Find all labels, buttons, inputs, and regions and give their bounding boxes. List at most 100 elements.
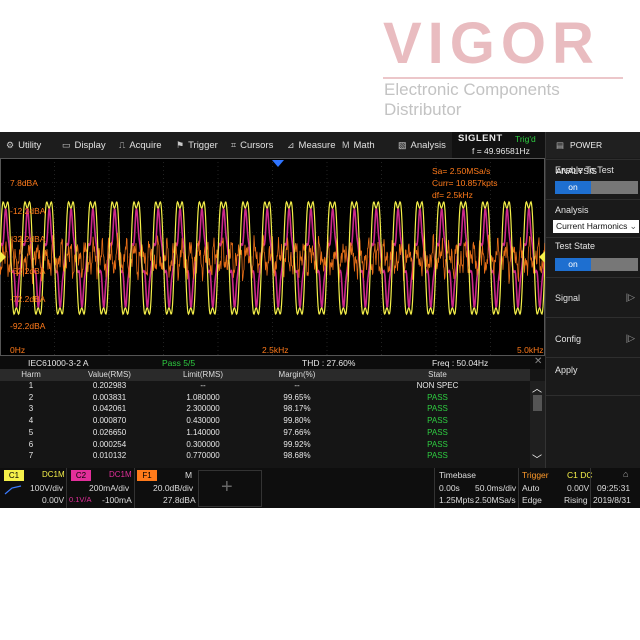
- test-state-label: Test State: [555, 241, 596, 251]
- trigger-type: Edge: [522, 495, 542, 505]
- menu-utility[interactable]: ⚙ Utility: [6, 132, 41, 158]
- cell-harm: 5: [28, 427, 34, 437]
- close-icon[interactable]: ✕: [534, 356, 542, 367]
- panel-header: ▤ POWER ANALYSIS: [546, 132, 640, 176]
- enable-to-test-label: Enable To Test: [555, 165, 614, 175]
- timebase-label: Timebase: [439, 470, 477, 480]
- menu-acquire[interactable]: ⎍ Acquire: [119, 132, 162, 158]
- apply-button[interactable]: Apply: [546, 357, 640, 396]
- standard-label: IEC61000-3-2 A: [28, 358, 89, 368]
- table-row[interactable]: 4 0.000870 0.430000 99.80% PASS: [0, 416, 530, 428]
- channel-2-info[interactable]: C2 DC1M 200mA/div 0.1V/A -100mA: [66, 468, 135, 508]
- trigger-label: Trigger: [522, 470, 549, 480]
- scrollbar-thumb[interactable]: [533, 395, 542, 411]
- gear-icon: ⚙: [6, 140, 15, 150]
- f1-offset: 27.8dBA: [163, 495, 196, 505]
- apply-label: Apply: [555, 365, 578, 375]
- plus-icon: +: [221, 476, 233, 498]
- panel-menu-icon: ▤: [556, 140, 565, 150]
- channel-2-scale: 200mA/div: [89, 483, 130, 493]
- f1-scale: 20.0dB/div: [153, 483, 194, 493]
- table-row[interactable]: 1 0.202983 -- -- NON SPEC: [0, 381, 530, 393]
- fft-level-label-3: -52.2dBA: [10, 266, 46, 276]
- trigger-status: Trig'd: [515, 134, 536, 144]
- channel-2-badge: C2: [71, 470, 91, 481]
- trigger-source: C1 DC: [567, 470, 593, 480]
- menu-analysis[interactable]: ▧ Analysis: [398, 132, 446, 158]
- logo-underline: [383, 77, 623, 79]
- test-state-toggle[interactable]: on: [555, 258, 638, 271]
- cell-value: 0.000254: [92, 439, 127, 449]
- channel-1-info[interactable]: C1 DC1M 100V/div 0.00V: [0, 468, 66, 508]
- table-header: Harm Value(RMS) Limit(RMS) Margin(%) Sta…: [0, 369, 530, 381]
- frequency-readout: f = 49.96581Hz: [472, 146, 530, 156]
- vigor-logo: VIGOR: [383, 11, 600, 76]
- table-row[interactable]: 2 0.003831 1.080000 99.65% PASS: [0, 393, 530, 405]
- cell-value: 0.003831: [92, 392, 127, 402]
- cell-harm: 4: [28, 416, 34, 426]
- channel-2-probe: 0.1V/A: [69, 495, 92, 504]
- panel-spacer: [546, 395, 640, 469]
- toggle-on-state: on: [555, 258, 591, 271]
- oscilloscope-screen: ⚙ Utility ▭ Display ⎍ Acquire ⚑ Trigger ⌗ Cur…: [0, 132, 640, 508]
- cell-value: 0.026650: [92, 427, 127, 437]
- math-f1-info[interactable]: F1 M 20.0dB/div 27.8dBA: [134, 468, 197, 508]
- column-harm: Harm: [21, 370, 41, 379]
- menu-math[interactable]: M Math: [342, 132, 375, 158]
- table-row[interactable]: 3 0.042061 2.300000 98.17% PASS: [0, 404, 530, 416]
- menu-measure[interactable]: ⊿ Measure: [287, 132, 336, 158]
- memory-depth: 1.25Mpts: [439, 495, 474, 505]
- column-value: Value(RMS): [88, 370, 131, 379]
- cell-value: 0.202983: [92, 381, 127, 390]
- measure-icon: ⊿: [287, 140, 295, 150]
- cell-value: 0.000870: [92, 416, 127, 426]
- cell-limit: 0.300000: [186, 439, 220, 449]
- monitor-icon: ▭: [62, 140, 71, 150]
- cell-state: PASS: [427, 404, 448, 414]
- pass-summary: Pass 5/5: [162, 358, 196, 368]
- trigger-info[interactable]: Trigger C1 DC Auto 0.00V Edge Rising: [518, 468, 593, 508]
- clock-info: ⌂ 09:25:31 2019/8/31: [590, 468, 640, 508]
- analysis-icon: ▧: [398, 140, 407, 150]
- fft-resolution-readout: df= 2.5kHz: [432, 190, 473, 200]
- scroll-up-icon[interactable]: ︿: [532, 380, 542, 395]
- f1-badge: F1: [137, 470, 157, 481]
- waveform-display[interactable]: Sa= 2.50MSa/s Curr= 10.857kpts df= 2.5kH…: [0, 158, 545, 356]
- timebase-delay: 0.00s: [439, 483, 460, 493]
- analysis-select[interactable]: Current Harmonics ⌄: [553, 220, 639, 233]
- channel-1-scale: 100V/div: [30, 483, 64, 493]
- table-row[interactable]: 5 0.026650 1.140000 97.66% PASS: [0, 428, 530, 440]
- timebase-info[interactable]: Timebase 0.00s 50.0ms/div 1.25Mpts 2.50M…: [434, 468, 519, 508]
- table-scrollbar[interactable]: ︿ ﹀: [530, 381, 545, 468]
- fft-level-label-5: -92.2dBA: [10, 321, 46, 331]
- menu-display[interactable]: ▭ Display: [62, 132, 106, 158]
- line-frequency-readout: Freq : 50.04Hz: [432, 358, 489, 368]
- analysis-section: Analysis Current Harmonics ⌄: [546, 199, 640, 238]
- scroll-down-icon[interactable]: ﹀: [532, 451, 542, 466]
- chevron-right-icon: |▷: [625, 292, 635, 302]
- config-menu-item[interactable]: Config |▷: [546, 317, 640, 358]
- table-row[interactable]: 7 0.010132 0.770000 98.68% PASS: [0, 451, 530, 463]
- menu-trigger[interactable]: ⚑ Trigger: [176, 132, 218, 158]
- cell-state: PASS: [427, 451, 448, 461]
- fft-level-label-1: -12.2dBA: [10, 206, 46, 216]
- column-margin: Margin(%): [278, 370, 316, 379]
- network-icon: ⌂: [623, 469, 629, 479]
- sample-rate-readout: Sa= 2.50MSa/s: [432, 166, 491, 176]
- enable-to-test-toggle[interactable]: on: [555, 181, 638, 194]
- menu-cursors[interactable]: ⌗ Cursors: [231, 132, 273, 158]
- column-state: State: [428, 370, 447, 379]
- fft-level-label-4: -72.2dBA: [10, 294, 46, 304]
- channel-1-coupling-icon: [4, 485, 22, 495]
- cell-limit: 0.430000: [186, 416, 220, 426]
- fft-x-start-label: 0Hz: [10, 345, 26, 355]
- cell-margin: 99.65%: [283, 392, 311, 402]
- signal-menu-item[interactable]: Signal |▷: [546, 277, 640, 318]
- column-limit: Limit(RMS): [183, 370, 223, 379]
- table-row[interactable]: 6 0.000254 0.300000 99.92% PASS: [0, 440, 530, 452]
- cell-limit: 1.140000: [186, 427, 220, 437]
- cell-limit: --: [200, 381, 206, 390]
- add-channel-slot[interactable]: +: [198, 470, 262, 507]
- cell-state: PASS: [427, 416, 448, 426]
- cell-value: 0.042061: [92, 404, 127, 414]
